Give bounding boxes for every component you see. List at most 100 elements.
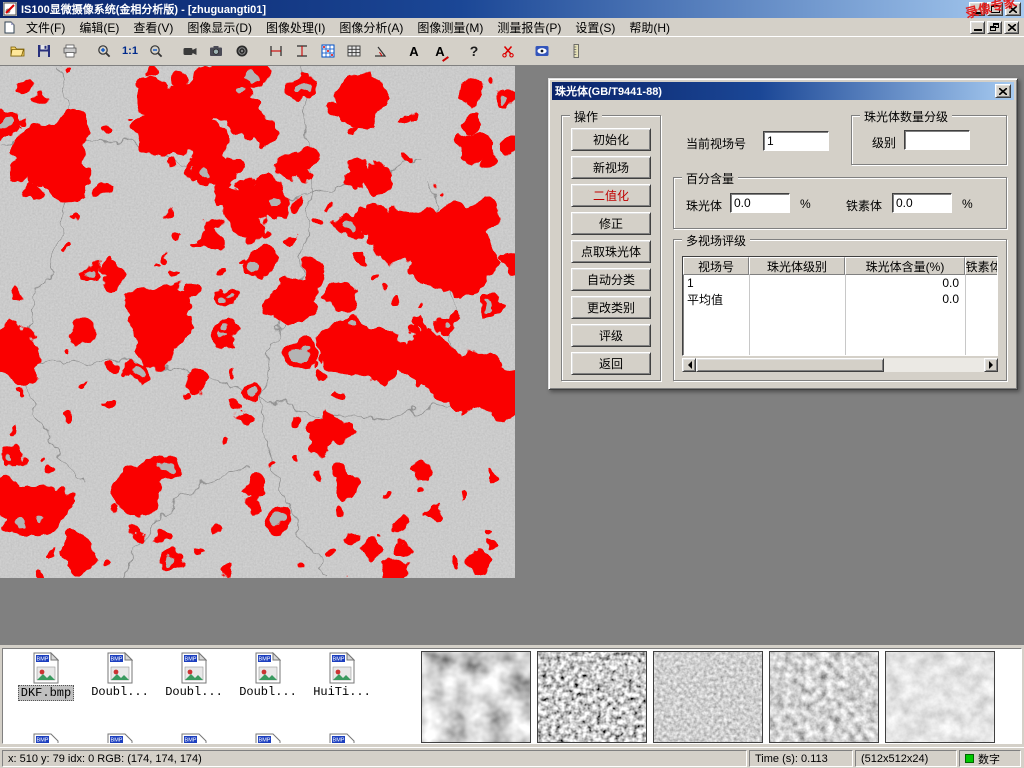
file-item[interactable]: BMP [157, 733, 231, 744]
metallograph-image[interactable] [0, 66, 515, 578]
binarize-button[interactable]: 二值化 [571, 184, 651, 207]
svg-text:BMP: BMP [259, 657, 271, 663]
multi-field-group: 多视场评级 视场号 珠光体级别 珠光体含量(%) 铁素体含量(%) 1 [673, 239, 1007, 381]
grade-group: 珠光体数量分级 级别 [851, 115, 1007, 165]
capture-target-button[interactable] [229, 39, 255, 63]
cut-button[interactable] [495, 39, 521, 63]
video-camera-button[interactable] [177, 39, 203, 63]
snapshot-button[interactable] [203, 39, 229, 63]
maximize-button[interactable] [987, 2, 1003, 16]
app-icon [3, 2, 17, 16]
file-item[interactable]: BMP [305, 733, 379, 744]
table-header: 视场号 珠光体级别 珠光体含量(%) 铁素体含量(%) [683, 257, 997, 275]
thumbnail-image[interactable] [769, 651, 879, 743]
mdi-close-button[interactable] [1004, 21, 1019, 34]
file-name: Doubl... [89, 685, 151, 699]
table-horizontal-scrollbar[interactable] [682, 358, 998, 372]
file-item[interactable]: BMP Doubl... [231, 652, 305, 701]
menu-settings[interactable]: 设置(S) [568, 18, 622, 37]
menu-image-measure[interactable]: 图像测量(M) [410, 18, 490, 37]
file-item[interactable]: BMP Doubl... [83, 652, 157, 701]
save-icon [36, 43, 52, 59]
thumbnail-image[interactable] [537, 651, 647, 743]
measure-height-button[interactable] [289, 39, 315, 63]
text-label-button[interactable]: A [401, 39, 427, 63]
dialog-title: 珠光体(GB/T9441-88) [555, 83, 662, 99]
vertical-ruler-icon [568, 43, 584, 59]
window-title: IS100显微摄像系统(金相分析版) - [zhuguangti01] [21, 1, 266, 17]
menu-file[interactable]: 文件(F) [19, 18, 72, 37]
zoom-out-icon [148, 43, 164, 59]
dialog-title-bar[interactable]: 珠光体(GB/T9441-88) [552, 82, 1014, 100]
col-field-number: 视场号 [683, 257, 749, 275]
file-item[interactable]: BMP [9, 733, 83, 744]
svg-text:BMP: BMP [333, 657, 345, 663]
grade-level-input[interactable] [904, 130, 970, 150]
file-name: DKF.bmp [18, 685, 74, 701]
minimize-button[interactable] [969, 2, 985, 16]
thumbnail-image[interactable] [885, 651, 995, 743]
measure-width-button[interactable] [263, 39, 289, 63]
toolbar: 1:1 A A ? [0, 37, 1024, 66]
text-edit-button[interactable]: A [427, 39, 453, 63]
bmp-file-icon: BMP [181, 733, 207, 744]
pearlite-percent-input[interactable] [730, 193, 790, 213]
grade-button[interactable]: 评级 [571, 324, 651, 347]
minimize-icon [973, 12, 981, 14]
actual-size-button[interactable]: 1:1 [117, 39, 143, 63]
mdi-minimize-icon [974, 29, 982, 31]
bmp-file-icon: BMP [107, 652, 133, 684]
thumbnail-image[interactable] [653, 651, 763, 743]
multi-field-table[interactable]: 视场号 珠光体级别 珠光体含量(%) 铁素体含量(%) 1 0.0 [682, 256, 998, 356]
file-list-row2: BMP BMP BMP BMP BMP [9, 733, 379, 744]
close-button[interactable] [1005, 2, 1021, 16]
help-button[interactable]: ? [461, 39, 487, 63]
file-item[interactable]: BMP [83, 733, 157, 744]
mdi-restore-button[interactable] [987, 21, 1002, 34]
menu-view[interactable]: 查看(V) [126, 18, 180, 37]
file-item[interactable]: BMP DKF.bmp [9, 652, 83, 701]
return-button[interactable]: 返回 [571, 352, 651, 375]
file-item[interactable]: BMP Doubl... [157, 652, 231, 701]
save-button[interactable] [31, 39, 57, 63]
change-class-button[interactable]: 更改类别 [571, 296, 651, 319]
zoom-out-button[interactable] [143, 39, 169, 63]
zoom-in-button[interactable] [91, 39, 117, 63]
mdi-minimize-button[interactable] [970, 21, 985, 34]
scroll-right-button[interactable] [984, 358, 998, 372]
measure-angle-button[interactable] [367, 39, 393, 63]
correct-button[interactable]: 修正 [571, 212, 651, 235]
file-list: BMP DKF.bmp BMP Doubl... BMP Doubl... BM… [9, 652, 379, 701]
print-button[interactable] [57, 39, 83, 63]
ferrite-percent-input[interactable] [892, 193, 952, 213]
table-row[interactable]: 平均值 0.0 [683, 291, 997, 307]
menu-edit[interactable]: 编辑(E) [72, 18, 126, 37]
filmstrip-panel: BMP DKF.bmp BMP Doubl... BMP Doubl... BM… [0, 645, 1024, 747]
maximize-icon [991, 5, 1000, 13]
menu-image-analysis[interactable]: 图像分析(A) [332, 18, 410, 37]
thumbnail-image[interactable] [421, 651, 531, 743]
table-row[interactable]: 1 0.0 [683, 275, 997, 291]
grid-table-button[interactable] [341, 39, 367, 63]
menu-measure-report[interactable]: 测量报告(P) [490, 18, 568, 37]
svg-text:BMP: BMP [185, 657, 197, 663]
scroll-left-button[interactable] [682, 358, 696, 372]
auto-classify-button[interactable]: 自动分类 [571, 268, 651, 291]
menu-help[interactable]: 帮助(H) [622, 18, 677, 37]
new-field-button[interactable]: 新视场 [571, 156, 651, 179]
menu-image-process[interactable]: 图像处理(I) [259, 18, 332, 37]
current-field-input[interactable] [763, 131, 829, 151]
file-item[interactable]: BMP HuiTi... [305, 652, 379, 701]
open-folder-button[interactable] [5, 39, 31, 63]
pick-pearlite-button[interactable]: 点取珠光体 [571, 240, 651, 263]
ruler-button[interactable] [563, 39, 589, 63]
init-button[interactable]: 初始化 [571, 128, 651, 151]
count-grid-icon [320, 43, 336, 59]
scrollbar-thumb[interactable] [696, 358, 884, 372]
menu-image-display[interactable]: 图像显示(D) [180, 18, 259, 37]
count-grid-button[interactable] [315, 39, 341, 63]
eye-preview-button[interactable] [529, 39, 555, 63]
file-item[interactable]: BMP [231, 733, 305, 744]
table-body: 1 0.0 平均值 0.0 [683, 275, 997, 355]
dialog-close-button[interactable] [995, 84, 1011, 98]
